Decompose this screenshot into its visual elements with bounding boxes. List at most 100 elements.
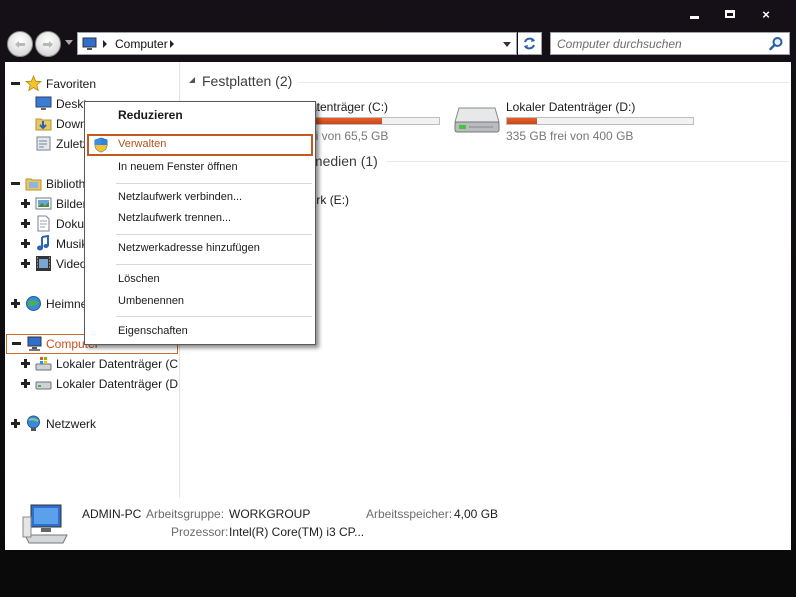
close-button[interactable]: ×: [748, 4, 784, 24]
tree-network[interactable]: Netzwerk: [5, 414, 179, 434]
recent-pages-dropdown-icon[interactable]: [65, 40, 73, 45]
breadcrumb-computer[interactable]: Computer: [115, 37, 168, 51]
collapse-icon[interactable]: [11, 338, 22, 349]
videos-icon: [36, 256, 51, 271]
expand-icon[interactable]: [20, 198, 31, 209]
workgroup-value: WORKGROUP: [229, 507, 311, 521]
window-frame: × Computer Computer durchsuchen Favorite…: [0, 0, 796, 597]
expand-icon[interactable]: [20, 358, 31, 369]
search-input[interactable]: [557, 36, 757, 51]
expand-icon[interactable]: [10, 298, 21, 309]
refresh-button[interactable]: [518, 32, 542, 55]
expand-icon[interactable]: [20, 238, 31, 249]
menu-item-disconnect-network-drive[interactable]: Netzlaufwerk trennen...: [85, 208, 315, 230]
group-divider: [386, 161, 789, 162]
cpu-value: Intel(R) Core(TM) i3 CP...: [229, 525, 365, 539]
system-drive-icon: [35, 357, 52, 371]
drive-free-space: 335 GB frei von 400 GB: [506, 129, 634, 143]
group-header-hard-drives[interactable]: Festplatten (2): [202, 73, 292, 89]
menu-item-label: Netzwerkadresse hinzufügen: [118, 242, 260, 254]
ram-value: 4,00 GB: [454, 507, 499, 521]
drive-usage-bar: [506, 117, 694, 125]
tree-label: Musik: [56, 237, 88, 251]
menu-item-label: Netzlaufwerk trennen...: [118, 212, 232, 224]
menu-item-map-network-drive[interactable]: Netzlaufwerk verbinden...: [85, 187, 315, 209]
menu-item-open-new-window[interactable]: In neuem Fenster öffnen: [85, 157, 315, 179]
menu-item-label: Löschen: [118, 273, 160, 285]
computer-large-icon: [22, 504, 68, 544]
hard-drive-icon: [35, 381, 52, 390]
menu-item-manage[interactable]: Verwalten: [87, 134, 313, 156]
music-icon: [37, 235, 49, 251]
context-menu[interactable]: Reduzieren Verwalten In neuem Fenster öf…: [84, 101, 316, 345]
menu-item-add-network-location[interactable]: Netzwerkadresse hinzufügen: [85, 238, 315, 260]
menu-item-collapse[interactable]: Reduzieren: [85, 105, 315, 127]
address-dropdown-icon[interactable]: [503, 42, 511, 47]
network-icon: [27, 415, 40, 431]
drive-usage-fill: [507, 118, 537, 124]
breadcrumb-separator-icon[interactable]: [103, 40, 107, 48]
search-box[interactable]: [550, 32, 790, 55]
tree-label: Favoriten: [46, 77, 97, 91]
expand-icon[interactable]: [20, 258, 31, 269]
menu-item-label: Reduzieren: [118, 108, 183, 122]
tree-item-drive-c[interactable]: Lokaler Datenträger (C:): [5, 354, 180, 374]
group-collapse-icon[interactable]: [188, 76, 197, 85]
expand-icon[interactable]: [20, 218, 31, 229]
tree-label: Doku: [56, 217, 85, 231]
desktop-icon: [35, 96, 52, 110]
caption-buttons: ×: [676, 4, 784, 24]
tree-item-drive-d[interactable]: Lokaler Datenträger (D:): [5, 374, 180, 394]
search-icon[interactable]: [769, 36, 784, 51]
computer-icon: [27, 336, 42, 351]
back-button[interactable]: [7, 31, 33, 57]
tree-label: Lokaler Datenträger (C:): [56, 357, 180, 371]
star-icon: [25, 75, 42, 92]
cpu-label: Prozessor:: [171, 525, 229, 539]
back-arrow-icon: [15, 41, 25, 48]
libraries-icon: [25, 178, 42, 191]
pictures-icon: [35, 197, 52, 210]
menu-separator: [116, 316, 312, 317]
menu-item-delete[interactable]: Löschen: [85, 269, 315, 291]
group-divider: [299, 82, 789, 83]
maximize-button[interactable]: [712, 4, 748, 24]
breadcrumb-chevron-icon[interactable]: [170, 40, 174, 48]
ram-label: Arbeitsspeicher:: [366, 507, 453, 521]
minimize-button[interactable]: [676, 4, 712, 24]
uac-shield-icon: [94, 137, 108, 153]
menu-item-label: Umbenennen: [118, 295, 185, 307]
drive-free-space: ei von 65,5 GB: [309, 129, 389, 143]
drive-usage-fill: [312, 118, 382, 124]
tree-label: Deskt: [56, 97, 87, 111]
workgroup-label: Arbeitsgruppe:: [146, 507, 225, 521]
tree-label: Lokaler Datenträger (D:): [56, 377, 180, 391]
computer-name: ADMIN-PC: [82, 507, 142, 521]
downloads-folder-icon: [35, 118, 52, 131]
address-bar[interactable]: Computer: [77, 32, 517, 55]
expand-icon[interactable]: [10, 418, 21, 429]
menu-item-label: Netzlaufwerk verbinden...: [118, 191, 243, 203]
menu-separator: [116, 183, 312, 184]
window-title: [300, 0, 500, 8]
forward-button[interactable]: [35, 31, 61, 57]
expand-icon[interactable]: [20, 378, 31, 389]
menu-separator: [116, 234, 312, 235]
maximize-icon: [725, 10, 735, 18]
menu-item-label: In neuem Fenster öffnen: [118, 161, 238, 173]
menu-item-rename[interactable]: Umbenennen: [85, 291, 315, 313]
drive-d-tile[interactable]: Lokaler Datenträger (D:) 335 GB frei von…: [449, 94, 789, 144]
tree-favorites[interactable]: Favoriten: [5, 74, 179, 94]
homegroup-icon: [26, 296, 41, 311]
collapse-icon[interactable]: [10, 178, 21, 189]
tree-label: Video: [56, 257, 87, 271]
computer-icon: [82, 37, 97, 50]
drive-name: Lokaler Datenträger (D:): [506, 100, 636, 114]
recent-places-icon: [36, 136, 51, 151]
menu-item-properties[interactable]: Eigenschaften: [85, 321, 315, 343]
menu-separator: [116, 264, 312, 265]
documents-icon: [37, 215, 50, 232]
hard-drive-icon: [454, 107, 500, 133]
forward-arrow-icon: [43, 41, 53, 48]
collapse-icon[interactable]: [10, 78, 21, 89]
